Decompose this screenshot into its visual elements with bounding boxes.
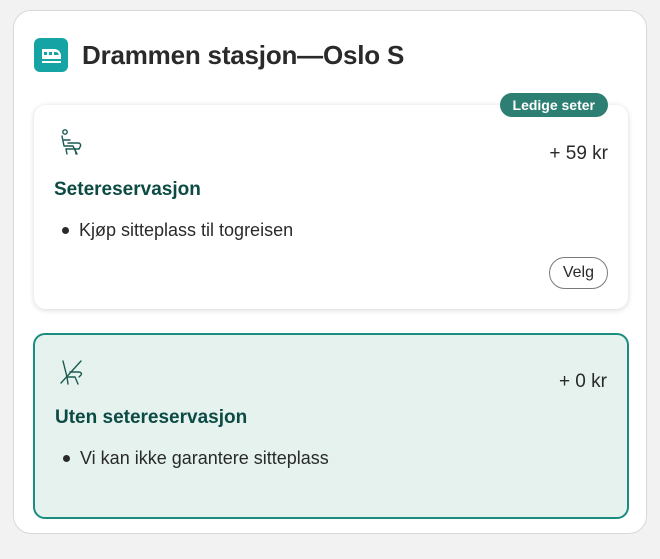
train-icon	[34, 38, 68, 72]
select-button[interactable]: Velg	[548, 257, 608, 289]
reserved-seat-icon	[56, 127, 86, 157]
option-title: Setereservasjon	[54, 179, 201, 200]
option-price: + 59 kr	[549, 143, 608, 164]
seat-selection-panel: Drammen stasjon—Oslo S Ledige seter + 59…	[13, 10, 647, 534]
route-title: Drammen stasjon—Oslo S	[82, 39, 405, 70]
option-card-seat-reservation[interactable]: Ledige seter + 59 kr Setereservasjon Kjø…	[34, 93, 628, 309]
bullet-dot	[62, 227, 69, 234]
option-title: Uten setereservasjon	[55, 407, 248, 428]
option-price: + 0 kr	[558, 371, 607, 392]
option-feature-text: Vi kan ikke garantere sitteplass	[80, 448, 329, 468]
option-feature: Vi kan ikke garantere sitteplass	[63, 448, 329, 469]
option-card-no-seat-reservation[interactable]: + 0 kr Uten setereservasjon Vi kan ikke …	[33, 333, 629, 519]
route-header: Drammen stasjon—Oslo S	[34, 38, 404, 72]
option-feature: Kjøp sitteplass til togreisen	[62, 220, 293, 241]
availability-badge: Ledige seter	[499, 93, 608, 117]
option-feature-text: Kjøp sitteplass til togreisen	[79, 220, 294, 240]
bullet-dot	[63, 455, 70, 462]
no-seat-icon	[57, 357, 87, 387]
